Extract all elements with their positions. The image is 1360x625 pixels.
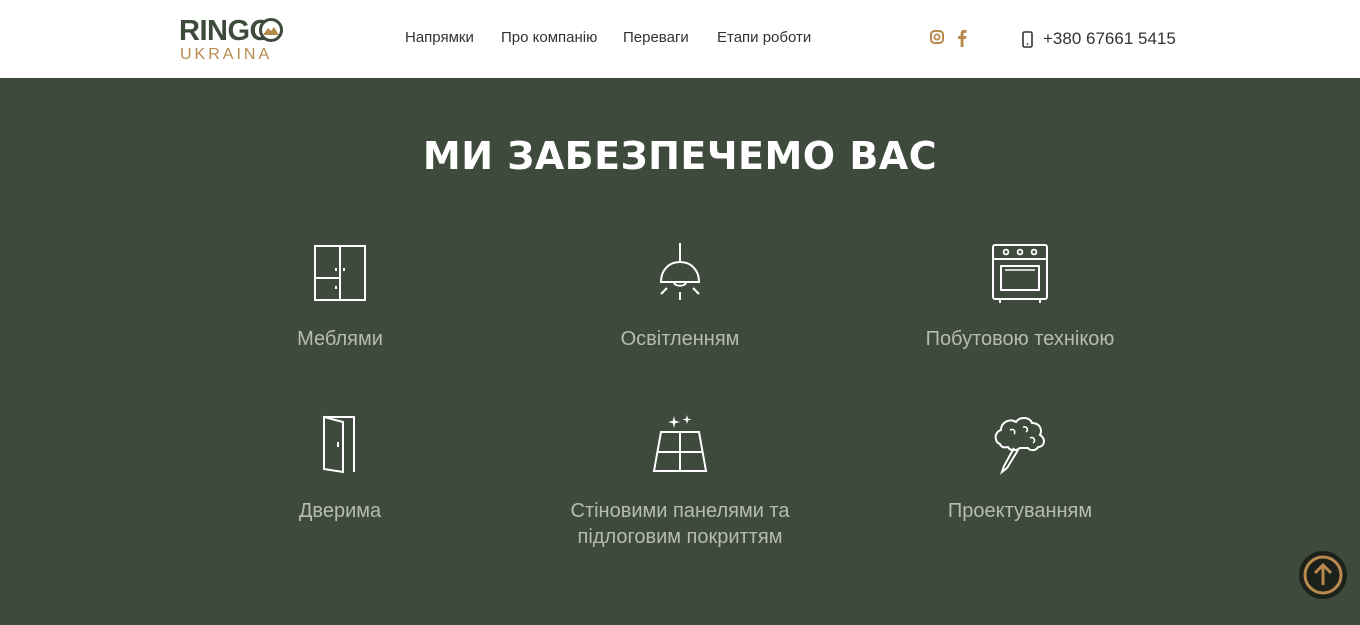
nav-link-work-stages[interactable]: Етапи роботи — [717, 29, 811, 46]
facebook-icon[interactable] — [957, 29, 967, 52]
service-lighting: Освітленням — [530, 242, 830, 352]
arrow-up-circle-icon — [1303, 555, 1343, 595]
door-icon — [323, 415, 355, 474]
mobile-phone-icon — [1022, 31, 1033, 48]
brain-pencil-icon — [994, 417, 1045, 475]
service-design: Проектуванням — [870, 414, 1170, 524]
scroll-to-top-button[interactable] — [1299, 551, 1347, 599]
floor-tiles-icon — [652, 415, 708, 472]
services-section: МИ ЗАБЕЗПЕЧЕМО ВАС Меблями Освітленням П… — [0, 78, 1360, 625]
service-panels-flooring: Стіновими панелями та підлоговим покритт… — [530, 414, 830, 550]
service-label: Меблями — [297, 328, 383, 350]
ringo-ukraina-logo[interactable]: RINGO UKRAINA — [179, 14, 289, 64]
section-title: МИ ЗАБЕЗПЕЧЕМО ВАС — [422, 134, 938, 178]
service-label: Дверима — [298, 500, 382, 522]
service-label: Стіновими панелями та підлоговим покритт… — [570, 500, 790, 548]
instagram-icon[interactable] — [930, 30, 944, 49]
phone-number[interactable]: +380 67661 5415 — [1043, 29, 1176, 49]
service-appliances: Побутовою технікою — [870, 242, 1170, 352]
service-doors: Дверима — [190, 414, 490, 524]
oven-icon — [992, 244, 1048, 303]
nav-link-about[interactable]: Про компанію — [501, 29, 597, 46]
logo-title: RINGO — [179, 15, 272, 47]
service-label: Побутовою технікою — [925, 328, 1115, 350]
site-header: RINGO UKRAINA Напрямки Про компанію Пере… — [0, 0, 1360, 78]
service-label: Освітленням — [620, 328, 740, 350]
wardrobe-icon — [314, 245, 366, 301]
ceiling-lamp-icon — [659, 243, 701, 300]
service-label: Проектуванням — [947, 500, 1093, 522]
logo-subtitle: UKRAINA — [180, 46, 273, 63]
nav-link-directions[interactable]: Напрямки — [405, 29, 474, 46]
logo-mountain-badge-icon — [259, 18, 283, 42]
service-furniture: Меблями — [190, 242, 490, 352]
nav-link-advantages[interactable]: Переваги — [623, 29, 689, 46]
